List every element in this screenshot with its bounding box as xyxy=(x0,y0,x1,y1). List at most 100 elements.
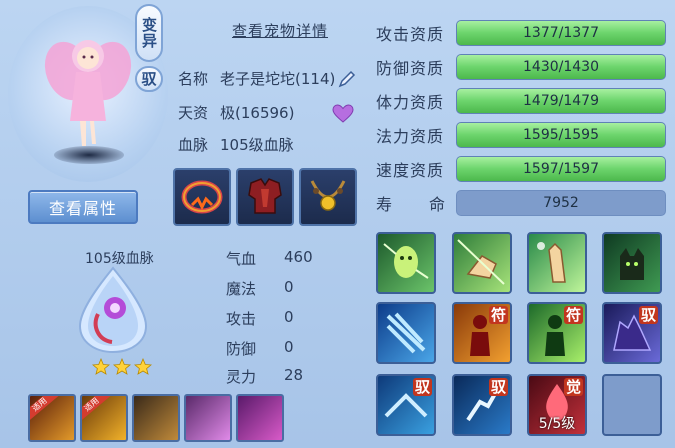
bloodline-stars xyxy=(92,358,152,376)
aptitude-value: 1597/1597 xyxy=(523,161,599,177)
aptitude-bar: 1595/1595 xyxy=(456,122,666,148)
bloodline-label: 血脉 xyxy=(178,136,209,154)
lifespan-value: 7952 xyxy=(456,190,666,216)
aptitude-value: 1595/1595 xyxy=(523,127,599,143)
skill-slot-empty[interactable] xyxy=(602,374,662,436)
talisman-tag: 符 xyxy=(488,306,508,324)
name-label: 名称 xyxy=(178,70,209,88)
bloodline-caption: 105级血脉 xyxy=(85,251,154,267)
stat-label: 防御 xyxy=(226,340,257,358)
equipment-slot-armor[interactable] xyxy=(236,168,294,226)
skill-level: 5/5级 xyxy=(538,416,576,432)
aptitude-label: 速度资质 xyxy=(376,161,445,180)
talent-label: 天资 xyxy=(178,104,209,122)
skill-slot-11[interactable]: 觉 5/5级 xyxy=(527,374,587,436)
tame-tag: 驭 xyxy=(412,378,432,396)
palm-skill-icon xyxy=(537,242,566,283)
aptitude-value: 1430/1430 xyxy=(523,59,599,75)
armor-icon xyxy=(248,178,282,214)
aptitude-label: 体力资质 xyxy=(376,93,445,112)
stat-value: 28 xyxy=(284,366,304,384)
equipped-ribbon: 适用 xyxy=(82,396,111,422)
skill-slot-6[interactable]: 符 xyxy=(452,302,512,364)
star-icon xyxy=(92,358,110,375)
cat-skill-icon xyxy=(620,248,644,280)
skill-slot-2[interactable] xyxy=(452,232,512,294)
equipment-slot-necklace[interactable] xyxy=(299,168,357,226)
stat-mp-row: 魔法 0 xyxy=(226,278,294,299)
collar-icon xyxy=(181,180,223,214)
mutation-badge[interactable]: 变异 xyxy=(135,4,163,62)
skill-slot-5[interactable] xyxy=(376,302,436,364)
stat-label: 气血 xyxy=(226,250,257,268)
hand-skill-icon xyxy=(457,239,505,285)
feather-skill-icon xyxy=(386,312,426,354)
view-attributes-button[interactable]: 查看属性 xyxy=(28,190,138,224)
aptitude-stamina-row: 体力资质 1479/1479 xyxy=(376,88,666,114)
lifespan-label: 寿 命 xyxy=(376,191,446,215)
item-slot-2[interactable]: 适用 xyxy=(80,394,128,442)
aptitude-bar: 1597/1597 xyxy=(456,156,666,182)
item-slot-3[interactable] xyxy=(132,394,180,442)
pet-figure-image xyxy=(44,40,132,146)
talent-value: 极(16596) xyxy=(220,104,295,122)
heart-icon[interactable] xyxy=(332,104,354,124)
aptitude-label: 攻击资质 xyxy=(376,25,445,44)
ghost-skill-icon xyxy=(383,243,429,279)
aptitude-bar: 1377/1377 xyxy=(456,20,666,46)
skill-slot-3[interactable] xyxy=(527,232,587,294)
stat-label: 魔法 xyxy=(226,280,257,298)
edit-name-icon[interactable] xyxy=(337,69,357,89)
skill-slot-1[interactable] xyxy=(376,232,436,294)
aptitude-attack-row: 攻击资质 1377/1377 xyxy=(376,20,666,46)
aptitude-bar: 1479/1479 xyxy=(456,88,666,114)
aptitude-value: 1377/1377 xyxy=(523,25,599,41)
necklace-icon xyxy=(310,180,346,211)
stat-value: 0 xyxy=(284,278,294,296)
bloodline-value: 105级血脉 xyxy=(220,136,294,154)
view-pet-details-link[interactable]: 查看宠物详情 xyxy=(205,20,355,41)
stat-value: 460 xyxy=(284,248,313,266)
stat-hp-row: 气血 460 xyxy=(226,248,313,269)
item-slot-4[interactable] xyxy=(184,394,232,442)
aptitude-bar: 1430/1430 xyxy=(456,54,666,80)
stat-value: 0 xyxy=(284,308,294,326)
bloodline-crystal-icon[interactable] xyxy=(78,266,148,354)
skill-slot-4[interactable] xyxy=(602,232,662,294)
tame-tag: 驭 xyxy=(488,378,508,396)
aptitude-label: 法力资质 xyxy=(376,127,445,146)
stat-spirit-row: 灵力 28 xyxy=(226,366,303,387)
lifespan-label-part: 寿 xyxy=(376,195,394,214)
awaken-tag: 觉 xyxy=(563,378,583,396)
tame-tag: 驭 xyxy=(638,306,658,324)
skill-slot-9[interactable]: 驭 xyxy=(376,374,436,436)
stat-label: 灵力 xyxy=(226,368,257,386)
lifespan-label-part: 命 xyxy=(428,195,446,214)
star-icon xyxy=(113,358,131,375)
aptitude-defense-row: 防御资质 1430/1430 xyxy=(376,54,666,80)
aptitude-speed-row: 速度资质 1597/1597 xyxy=(376,156,666,182)
equipment-slot-collar[interactable] xyxy=(173,168,231,226)
talisman-tag: 符 xyxy=(563,306,583,324)
skill-slot-7[interactable]: 符 xyxy=(527,302,587,364)
mutation-label: 变异 xyxy=(142,16,158,50)
stat-attack-row: 攻击 0 xyxy=(226,308,294,329)
item-slot-5[interactable] xyxy=(236,394,284,442)
pet-name: 老子是坨坨(114) xyxy=(220,70,336,88)
aptitude-label: 防御资质 xyxy=(376,59,445,78)
aptitude-value: 1479/1479 xyxy=(523,93,599,109)
skill-slot-8[interactable]: 驭 xyxy=(602,302,662,364)
stat-value: 0 xyxy=(284,338,294,356)
tamed-badge[interactable]: 驭 xyxy=(135,66,163,92)
pet-name-row: 名称 老子是坨坨(114) xyxy=(178,68,357,89)
star-icon xyxy=(134,358,152,375)
equipped-ribbon: 适用 xyxy=(30,396,59,422)
stat-label: 攻击 xyxy=(226,310,257,328)
pet-detail-panel: 变异 驭 查看宠物详情 名称 老子是坨坨(114) 天资 极(16596) 血脉… xyxy=(0,0,675,448)
item-slot-1[interactable]: 适用 xyxy=(28,394,76,442)
pet-talent-row: 天资 极(16596) xyxy=(178,102,294,123)
stat-defense-row: 防御 0 xyxy=(226,338,294,359)
aptitude-magic-row: 法力资质 1595/1595 xyxy=(376,122,666,148)
skill-slot-10[interactable]: 驭 xyxy=(452,374,512,436)
tamed-label: 驭 xyxy=(141,70,157,88)
